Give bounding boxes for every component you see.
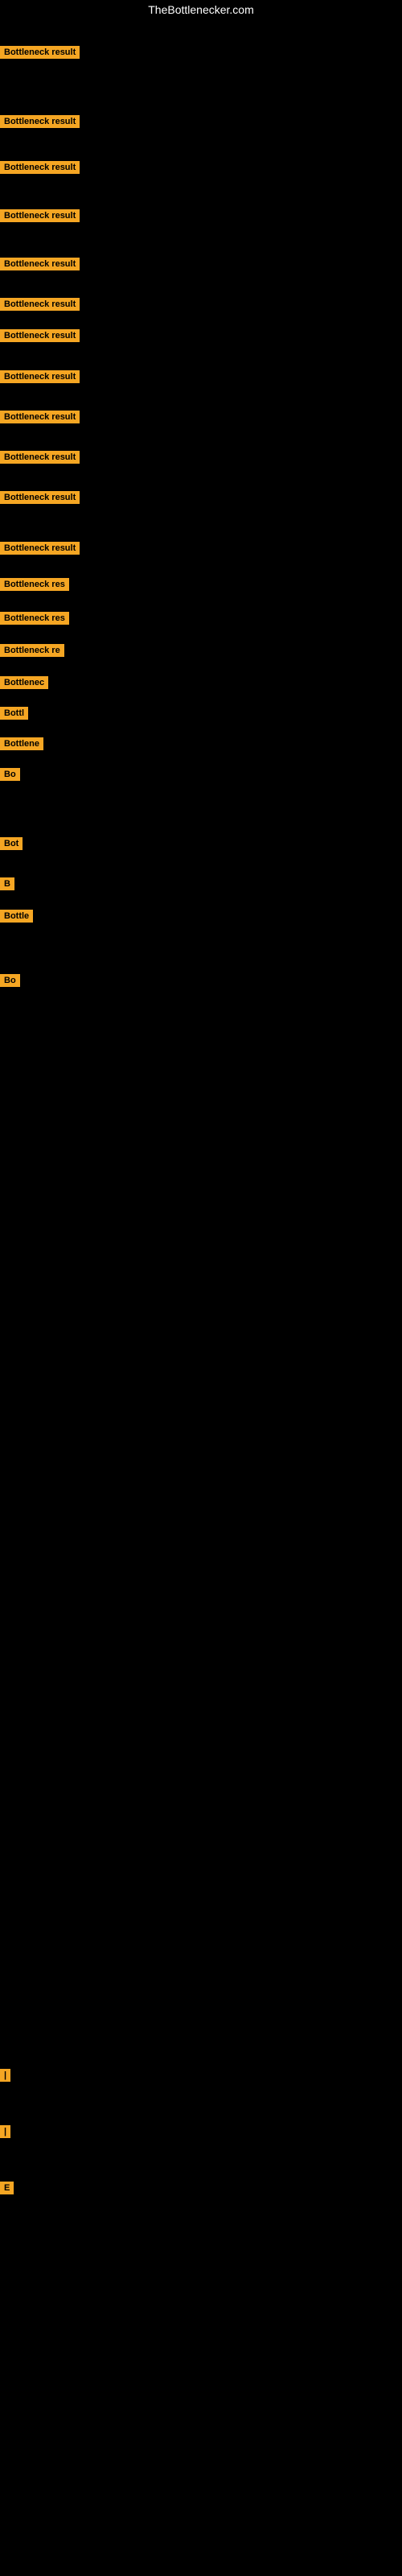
bottleneck-badge-16: Bottlenec bbox=[0, 676, 48, 689]
bottleneck-badge-19: Bo bbox=[0, 768, 20, 781]
bottleneck-badge-24: | bbox=[0, 2069, 10, 2082]
bottleneck-badge-17: Bottl bbox=[0, 707, 28, 720]
bottleneck-badge-25: | bbox=[0, 2125, 10, 2138]
bottleneck-badge-18: Bottlene bbox=[0, 737, 43, 750]
bottleneck-badge-2: Bottleneck result bbox=[0, 115, 80, 128]
bottleneck-badge-15: Bottleneck re bbox=[0, 644, 64, 657]
bottleneck-badge-20: Bot bbox=[0, 837, 23, 850]
bottleneck-badge-7: Bottleneck result bbox=[0, 329, 80, 342]
bottleneck-badge-8: Bottleneck result bbox=[0, 370, 80, 383]
site-title: TheBottlenecker.com bbox=[0, 0, 402, 19]
bottleneck-badge-23: Bo bbox=[0, 974, 20, 987]
bottleneck-badge-4: Bottleneck result bbox=[0, 209, 80, 222]
bottleneck-badge-13: Bottleneck res bbox=[0, 578, 69, 591]
bottleneck-badge-22: Bottle bbox=[0, 910, 33, 923]
bottleneck-badge-21: B bbox=[0, 877, 14, 890]
bottleneck-badge-5: Bottleneck result bbox=[0, 258, 80, 270]
bottleneck-badge-26: E bbox=[0, 2182, 14, 2194]
bottleneck-badge-12: Bottleneck result bbox=[0, 542, 80, 555]
bottleneck-badge-11: Bottleneck result bbox=[0, 491, 80, 504]
bottleneck-badge-9: Bottleneck result bbox=[0, 411, 80, 423]
bottleneck-badge-6: Bottleneck result bbox=[0, 298, 80, 311]
bottleneck-badge-14: Bottleneck res bbox=[0, 612, 69, 625]
bottleneck-badge-3: Bottleneck result bbox=[0, 161, 80, 174]
bottleneck-badge-1: Bottleneck result bbox=[0, 46, 80, 59]
bottleneck-badge-10: Bottleneck result bbox=[0, 451, 80, 464]
